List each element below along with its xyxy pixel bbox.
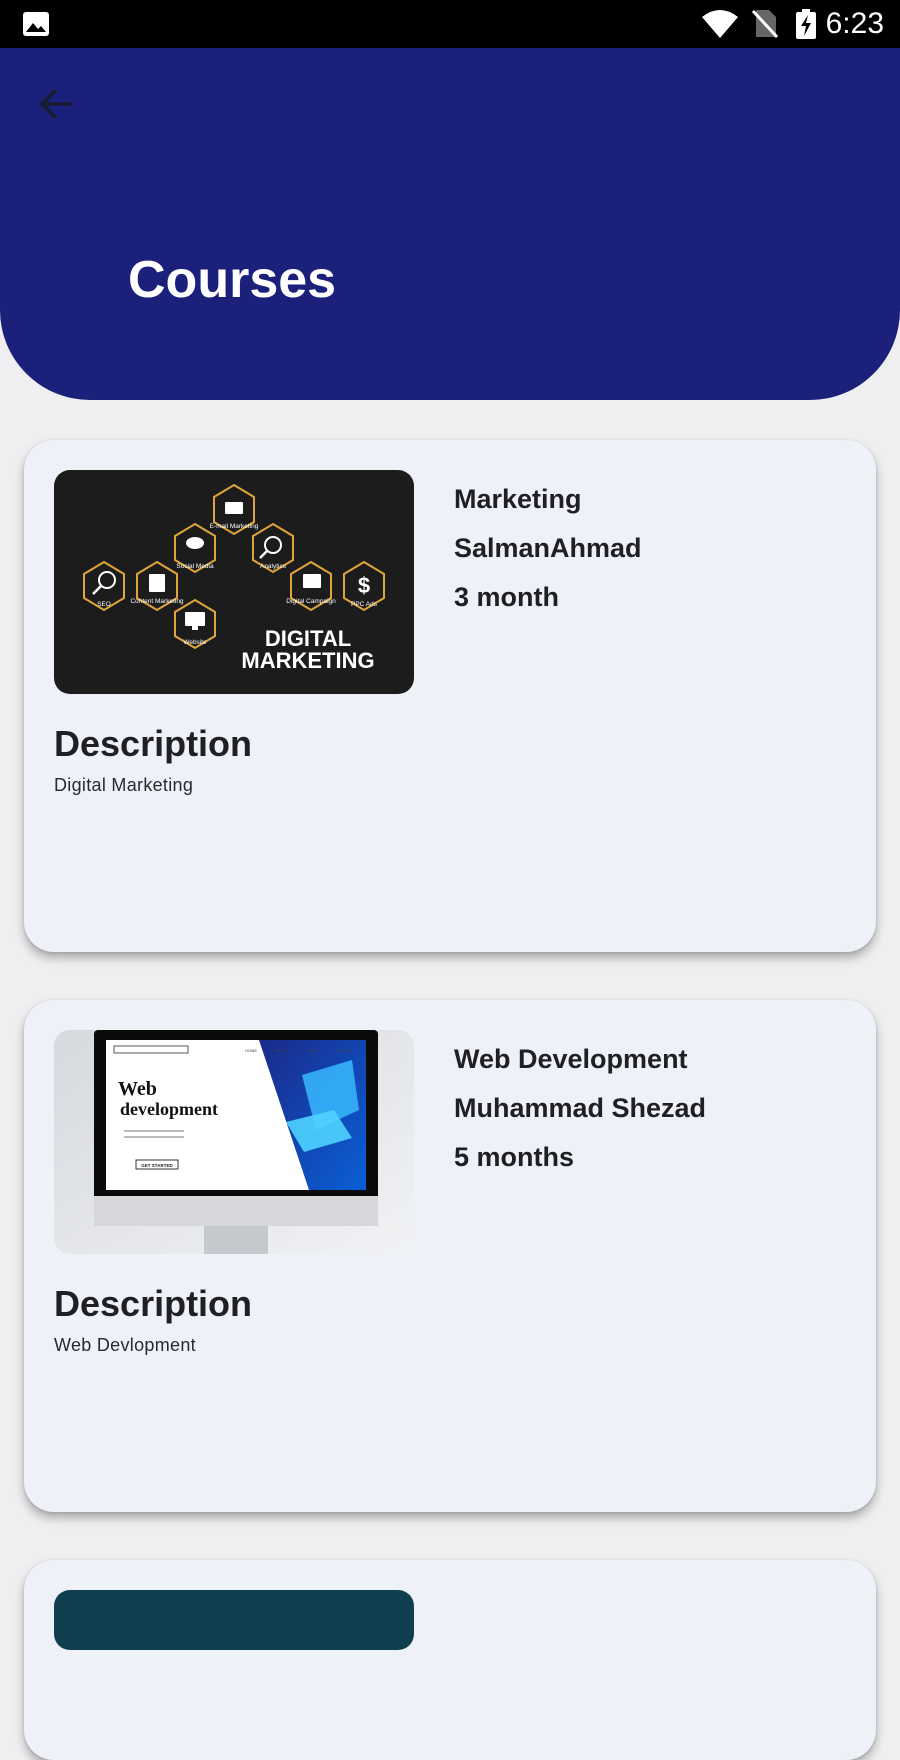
status-time: 6:23 [825,7,884,40]
course-info: Marketing SalmanAhmad 3 month [454,480,642,627]
image-label: Content Marketing [130,598,183,605]
course-name: Web Development [454,1044,688,1074]
wifi-icon [702,10,738,43]
description-text: Web Devlopment [54,1335,196,1355]
svg-text:$: $ [358,573,370,598]
course-duration: 3 month [454,582,559,612]
image-label: NEWS [306,1048,318,1053]
description-text: Digital Marketing [54,775,194,795]
course-card[interactable]: HOME ABOUT NEWS CONTACT Web development … [24,1000,876,1512]
course-card[interactable] [24,1560,876,1760]
course-image: HOME ABOUT NEWS CONTACT Web development … [54,1030,414,1254]
image-label: Website [183,639,207,646]
image-label: ABOUT [274,1048,288,1053]
course-card[interactable]: $ E-mail Marketing Social Media Analytic… [24,440,876,952]
image-label: development [120,1099,218,1119]
image-label: CONTACT [334,1048,354,1053]
page-title: Courses [128,251,337,309]
course-image [54,1590,414,1650]
battery-charging-icon [795,9,817,44]
course-info: Web Development Muhammad Shezad 5 months [454,1040,706,1187]
course-image: $ E-mail Marketing Social Media Analytic… [54,470,414,694]
app-header: Courses [0,48,900,400]
image-label: Web [118,1078,157,1100]
image-label: Digital Campaign [286,598,336,605]
back-button[interactable] [32,82,80,130]
image-label: GET STARTED [141,1163,173,1168]
image-label: Social Media [176,563,214,570]
description-heading: Description [54,723,253,764]
status-bar: 6:23 [0,0,900,48]
image-label: HOME [245,1048,257,1053]
image-caption: MARKETING [241,648,374,673]
course-instructor: SalmanAhmad [454,533,642,563]
image-label: PPC Ads [351,601,378,608]
no-sim-icon [751,9,779,43]
image-label: E-mail Marketing [210,523,259,530]
course-name: Marketing [454,484,582,514]
image-label: SEO [97,601,111,608]
description-heading: Description [54,1283,253,1324]
course-instructor: Muhammad Shezad [454,1093,707,1123]
course-duration: 5 months [454,1142,575,1172]
arrow-left-icon [38,86,74,127]
image-label: Analytics [260,563,287,570]
image-notification-icon [22,11,50,42]
